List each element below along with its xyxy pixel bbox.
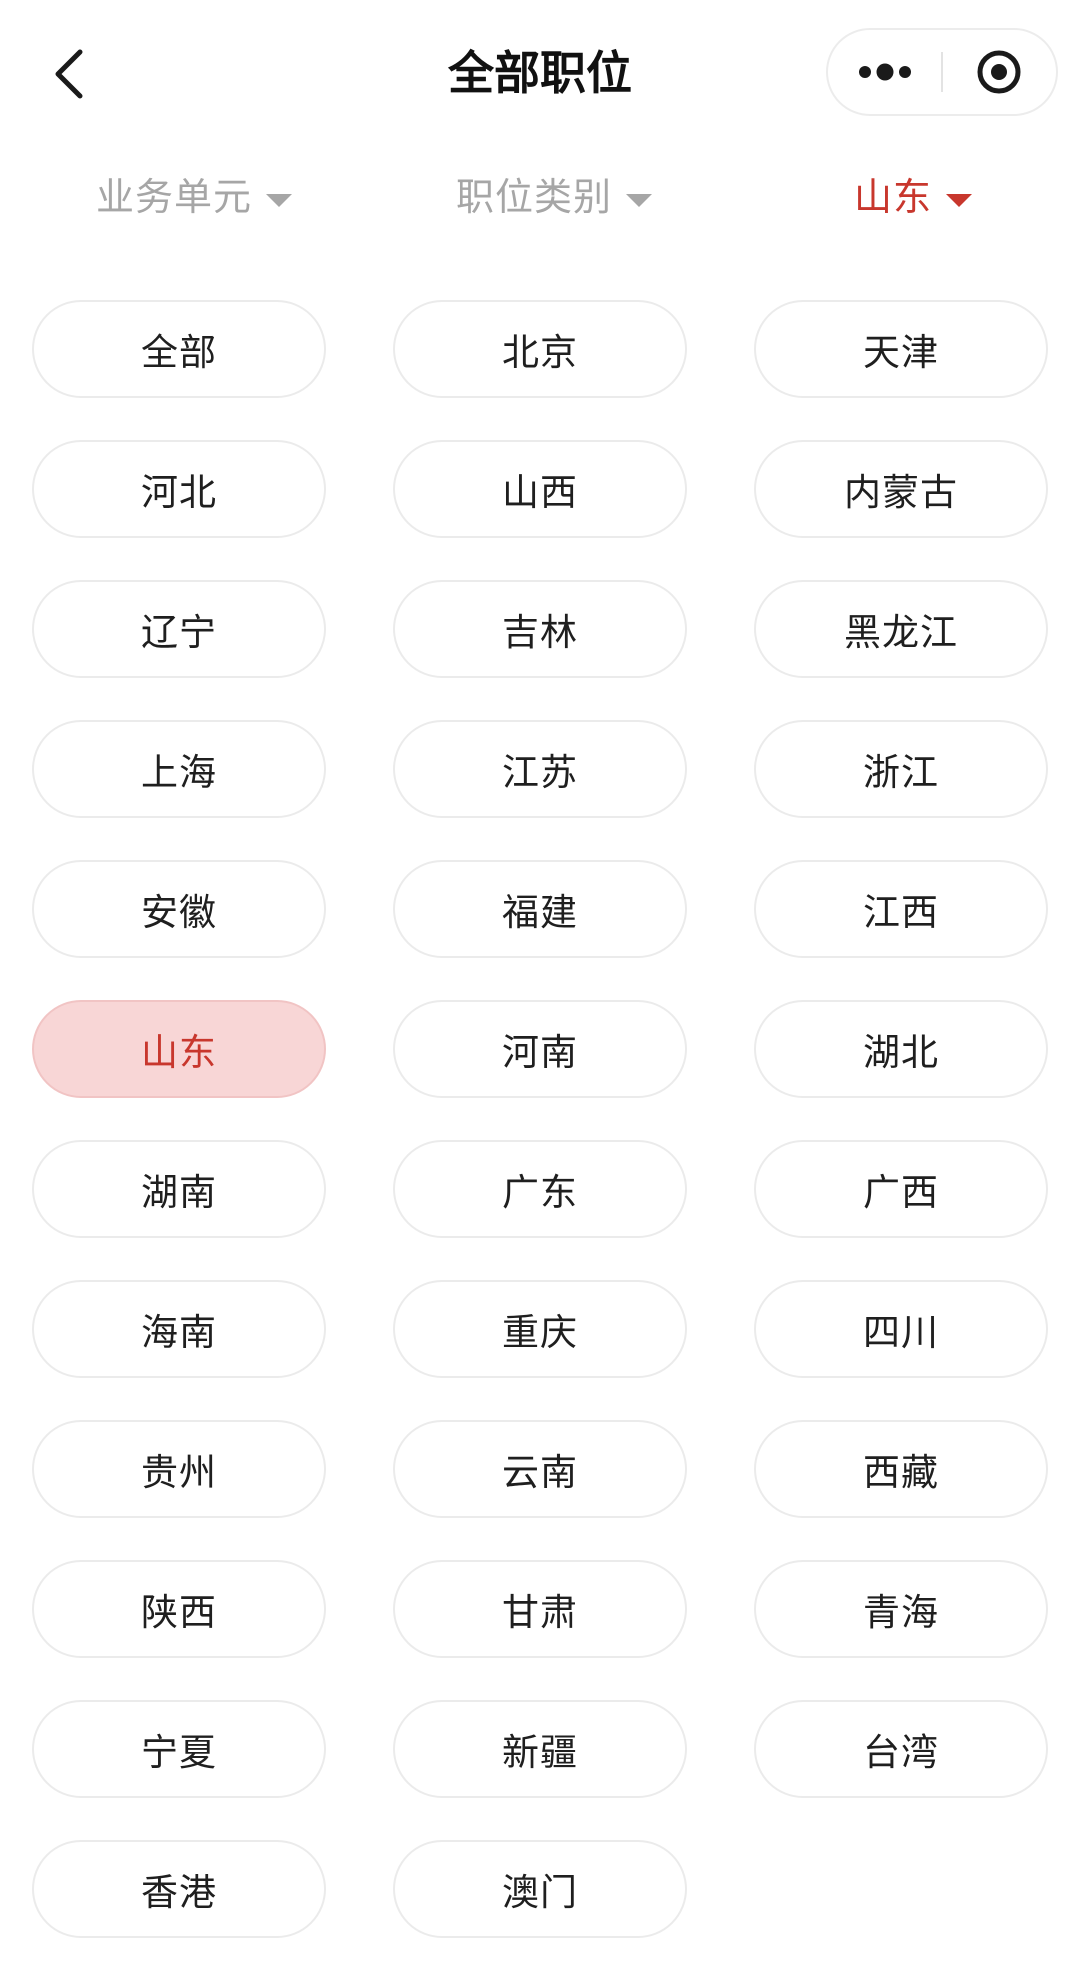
region-chip[interactable]: 辽宁 — [32, 580, 326, 678]
mini-program-capsule — [826, 28, 1058, 116]
filter-region[interactable]: 山东 — [854, 158, 973, 236]
region-chip[interactable]: 浙江 — [754, 720, 1048, 818]
region-chip[interactable]: 天津 — [754, 300, 1048, 398]
caret-down-icon — [946, 193, 973, 207]
target-circle-icon — [977, 50, 1021, 94]
caret-down-icon — [266, 193, 293, 207]
region-chip[interactable]: 内蒙古 — [754, 440, 1048, 538]
more-button[interactable] — [828, 30, 941, 114]
region-chip[interactable]: 陕西 — [32, 1560, 326, 1658]
region-chip[interactable]: 山东 — [32, 1000, 326, 1098]
region-chip[interactable]: 河北 — [32, 440, 326, 538]
region-chip[interactable]: 香港 — [32, 1840, 326, 1938]
region-chip[interactable]: 上海 — [32, 720, 326, 818]
region-chip[interactable]: 四川 — [754, 1280, 1048, 1378]
region-chip[interactable]: 河南 — [393, 1000, 687, 1098]
close-button[interactable] — [943, 30, 1056, 114]
filter-business-unit[interactable]: 业务单元 — [96, 158, 293, 236]
region-chip[interactable]: 全部 — [32, 300, 326, 398]
region-chip[interactable]: 吉林 — [393, 580, 687, 678]
region-chip[interactable]: 云南 — [393, 1420, 687, 1518]
region-chip[interactable]: 台湾 — [754, 1700, 1048, 1798]
region-chip[interactable]: 宁夏 — [32, 1700, 326, 1798]
filter-label: 业务单元 — [96, 175, 253, 219]
region-chip[interactable]: 黑龙江 — [754, 580, 1048, 678]
region-chip[interactable]: 广东 — [393, 1140, 687, 1238]
region-chip[interactable]: 北京 — [393, 300, 687, 398]
region-chip[interactable]: 澳门 — [393, 1840, 687, 1938]
region-chip[interactable]: 贵州 — [32, 1420, 326, 1518]
region-chip[interactable]: 江西 — [754, 860, 1048, 958]
filter-bar: 业务单元 职位类别 山东 — [0, 158, 1080, 236]
region-chip[interactable]: 湖南 — [32, 1140, 326, 1238]
filter-label: 山东 — [854, 175, 933, 219]
caret-down-icon — [626, 193, 653, 207]
filter-label: 职位类别 — [456, 175, 613, 219]
more-dots-icon — [858, 63, 911, 81]
region-chip[interactable]: 福建 — [393, 860, 687, 958]
region-chip[interactable]: 甘肃 — [393, 1560, 687, 1658]
navigation-bar: 全部职位 — [0, 0, 1080, 146]
region-chip[interactable]: 广西 — [754, 1140, 1048, 1238]
region-chip[interactable]: 西藏 — [754, 1420, 1048, 1518]
filter-job-category[interactable]: 职位类别 — [456, 158, 653, 236]
region-chip[interactable]: 湖北 — [754, 1000, 1048, 1098]
region-chip[interactable]: 山西 — [393, 440, 687, 538]
region-chip[interactable]: 重庆 — [393, 1280, 687, 1378]
region-chip[interactable]: 新疆 — [393, 1700, 687, 1798]
region-chip[interactable]: 江苏 — [393, 720, 687, 818]
region-grid: 全部 北京 天津河北 山西 内蒙古辽宁 吉林 黑龙江上海 江苏 浙江安徽 福建 江西山东 河南 湖北湖南… — [32, 300, 1048, 1938]
region-chip[interactable]: 青海 — [754, 1560, 1048, 1658]
region-chip[interactable]: 海南 — [32, 1280, 326, 1378]
region-chip[interactable]: 安徽 — [32, 860, 326, 958]
